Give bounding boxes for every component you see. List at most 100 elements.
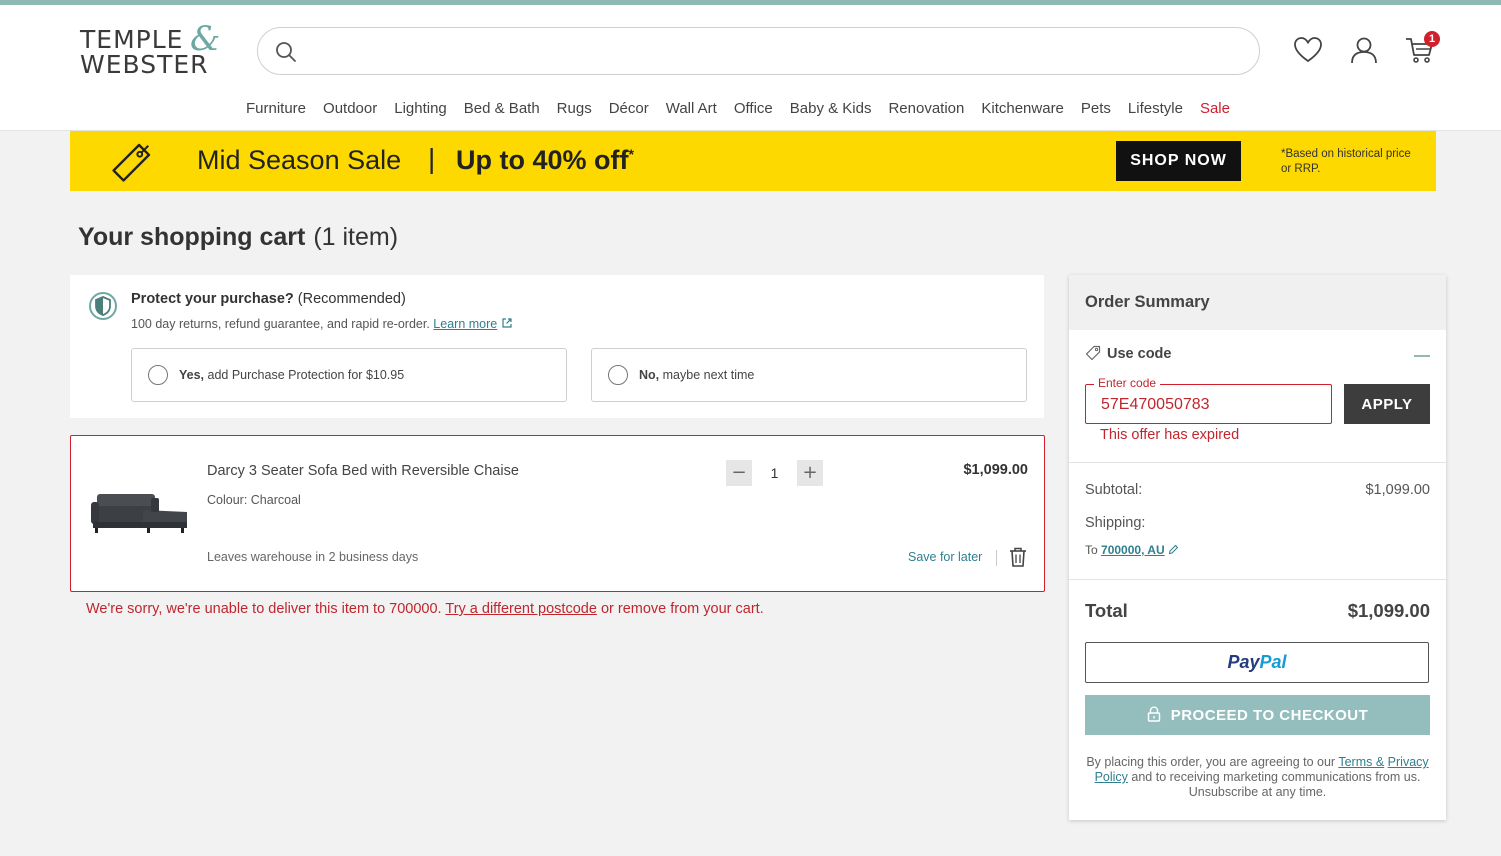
- coupon-tag-icon: [1085, 345, 1101, 361]
- brand-logo[interactable]: TEMPLE & WEBSTER: [80, 19, 230, 79]
- promo-title: Mid Season Sale: [197, 145, 402, 175]
- purchase-protection-panel: Protect your purchase? (Recommended) 100…: [70, 275, 1044, 418]
- nav-outdoor[interactable]: Outdoor: [323, 100, 377, 120]
- trash-icon[interactable]: [1008, 546, 1028, 568]
- terms-link[interactable]: Terms &: [1338, 755, 1384, 769]
- nav-wall-art[interactable]: Wall Art: [666, 100, 717, 120]
- search-icon[interactable]: [274, 40, 298, 64]
- use-code-toggle[interactable]: Use code: [1085, 345, 1171, 362]
- order-summary-header: Order Summary: [1069, 275, 1446, 330]
- save-for-later-link[interactable]: Save for later: [908, 550, 982, 564]
- nav-sale[interactable]: Sale: [1200, 100, 1230, 120]
- promo-banner[interactable]: Mid Season Sale | Up to 40% off* SHOP NO…: [70, 131, 1436, 191]
- nav-bed-bath[interactable]: Bed & Bath: [464, 100, 540, 120]
- item-price: $1,099.00: [963, 462, 1028, 478]
- pencil-icon[interactable]: [1168, 544, 1179, 555]
- search-bar[interactable]: [257, 27, 1260, 75]
- paypal-button[interactable]: PayPal: [1085, 642, 1429, 683]
- total-value: $1,099.00: [1347, 600, 1430, 621]
- protection-no-bold: No,: [639, 368, 660, 382]
- delivery-error-tail: or remove from your cart.: [600, 601, 764, 617]
- promo-code-label: Enter code: [1094, 376, 1161, 390]
- legal-text-start: By placing this order, you are agreeing …: [1086, 755, 1336, 769]
- cart-item: Darcy 3 Seater Sofa Bed with Reversible …: [70, 435, 1045, 592]
- protection-yes-text: add Purchase Protection for $10.95: [207, 368, 405, 382]
- cart-item-count: (1 item): [313, 223, 399, 251]
- subtotal-label: Subtotal:: [1085, 482, 1143, 498]
- shield-icon: [89, 292, 117, 320]
- delivery-error-message: We're sorry, we're unable to deliver thi…: [86, 601, 764, 617]
- nav-renovation[interactable]: Renovation: [888, 100, 964, 120]
- promo-separator: |: [428, 143, 436, 174]
- order-summary-panel: Order Summary Use code Enter code APPLY …: [1069, 275, 1446, 820]
- promo-code-field[interactable]: Enter code: [1085, 376, 1332, 424]
- total-label: Total: [1085, 600, 1128, 621]
- external-link-icon[interactable]: [501, 317, 513, 329]
- promo-offer: Up to 40% off*: [456, 145, 634, 176]
- site-header: TEMPLE & WEBSTER 1 Furniture Outdoor Lig…: [0, 5, 1501, 131]
- product-dispatch-info: Leaves warehouse in 2 business days: [207, 550, 419, 564]
- product-name[interactable]: Darcy 3 Seater Sofa Bed with Reversible …: [207, 463, 519, 479]
- order-summary-title: Order Summary: [1085, 293, 1210, 311]
- heart-icon[interactable]: [1292, 34, 1324, 66]
- ship-to-label: To: [1085, 543, 1098, 557]
- different-postcode-link[interactable]: Try a different postcode: [445, 601, 597, 617]
- nav-kitchenware[interactable]: Kitchenware: [981, 100, 1064, 120]
- legal-notice: By placing this order, you are agreeing …: [1085, 755, 1430, 800]
- product-image[interactable]: [89, 488, 191, 536]
- summary-divider: [1069, 462, 1446, 463]
- quantity-increase-button[interactable]: +: [797, 460, 823, 486]
- price-tag-icon: [112, 143, 151, 182]
- logo-line-2: WEBSTER: [80, 50, 209, 79]
- promo-offer-mark: *: [628, 146, 634, 162]
- quantity-decrease-button[interactable]: −: [726, 460, 752, 486]
- nav-baby-kids[interactable]: Baby & Kids: [790, 100, 872, 120]
- promo-footnote: *Based on historical price or RRP.: [1281, 148, 1411, 175]
- protection-recommended: (Recommended): [297, 291, 406, 307]
- radio-yes[interactable]: [148, 365, 168, 385]
- nav-office[interactable]: Office: [734, 100, 773, 120]
- apply-code-button[interactable]: APPLY: [1344, 384, 1430, 424]
- protection-description-text: 100 day returns, refund guarantee, and r…: [131, 317, 430, 331]
- cart-count-badge: 1: [1424, 31, 1440, 47]
- quantity-stepper: − +: [726, 460, 823, 486]
- delivery-error-text: We're sorry, we're unable to deliver thi…: [86, 601, 442, 617]
- promo-offer-text: Up to 40% off: [456, 145, 629, 175]
- search-input[interactable]: [306, 36, 1236, 66]
- product-colour: Colour: Charcoal: [207, 493, 301, 507]
- summary-divider-total: [1069, 579, 1446, 580]
- nav-rugs[interactable]: Rugs: [557, 100, 592, 120]
- quantity-input[interactable]: [752, 460, 797, 486]
- lock-icon: [1147, 706, 1160, 722]
- protection-yes-label: Yes, add Purchase Protection for $10.95: [179, 368, 404, 382]
- checkout-label: PROCEED TO CHECKOUT: [1170, 707, 1369, 724]
- code-error-message: This offer has expired: [1100, 427, 1240, 443]
- use-code-label: Use code: [1107, 346, 1172, 362]
- collapse-icon[interactable]: [1414, 355, 1430, 357]
- protection-option-no[interactable]: No, maybe next time: [591, 348, 1027, 402]
- main-navigation: Furniture Outdoor Lighting Bed & Bath Ru…: [246, 100, 1230, 120]
- user-icon[interactable]: [1348, 34, 1380, 66]
- protection-yes-bold: Yes,: [179, 368, 205, 382]
- promo-code-input[interactable]: [1101, 394, 1321, 416]
- legal-text-end: and to receiving marketing communication…: [1131, 770, 1421, 799]
- proceed-to-checkout-button[interactable]: PROCEED TO CHECKOUT: [1085, 695, 1430, 735]
- nav-furniture[interactable]: Furniture: [246, 100, 306, 120]
- shipping-postcode-link[interactable]: 700000, AU: [1101, 543, 1165, 557]
- shipping-label: Shipping:: [1085, 515, 1146, 531]
- shop-now-button[interactable]: SHOP NOW: [1116, 141, 1241, 181]
- protection-no-label: No, maybe next time: [639, 368, 754, 382]
- cart-title-text: Your shopping cart: [78, 223, 306, 251]
- protection-option-yes[interactable]: Yes, add Purchase Protection for $10.95: [131, 348, 567, 402]
- radio-no[interactable]: [608, 365, 628, 385]
- protection-title: Protect your purchase? (Recommended): [131, 291, 406, 307]
- page-title: Your shopping cart (1 item): [78, 223, 398, 252]
- learn-more-link[interactable]: Learn more: [433, 317, 497, 331]
- subtotal-value: $1,099.00: [1365, 482, 1430, 498]
- nav-lighting[interactable]: Lighting: [394, 100, 447, 120]
- nav-pets[interactable]: Pets: [1081, 100, 1111, 120]
- protection-question: Protect your purchase?: [131, 291, 294, 307]
- nav-lifestyle[interactable]: Lifestyle: [1128, 100, 1183, 120]
- protection-no-text: maybe next time: [662, 368, 755, 382]
- nav-decor[interactable]: Décor: [609, 100, 649, 120]
